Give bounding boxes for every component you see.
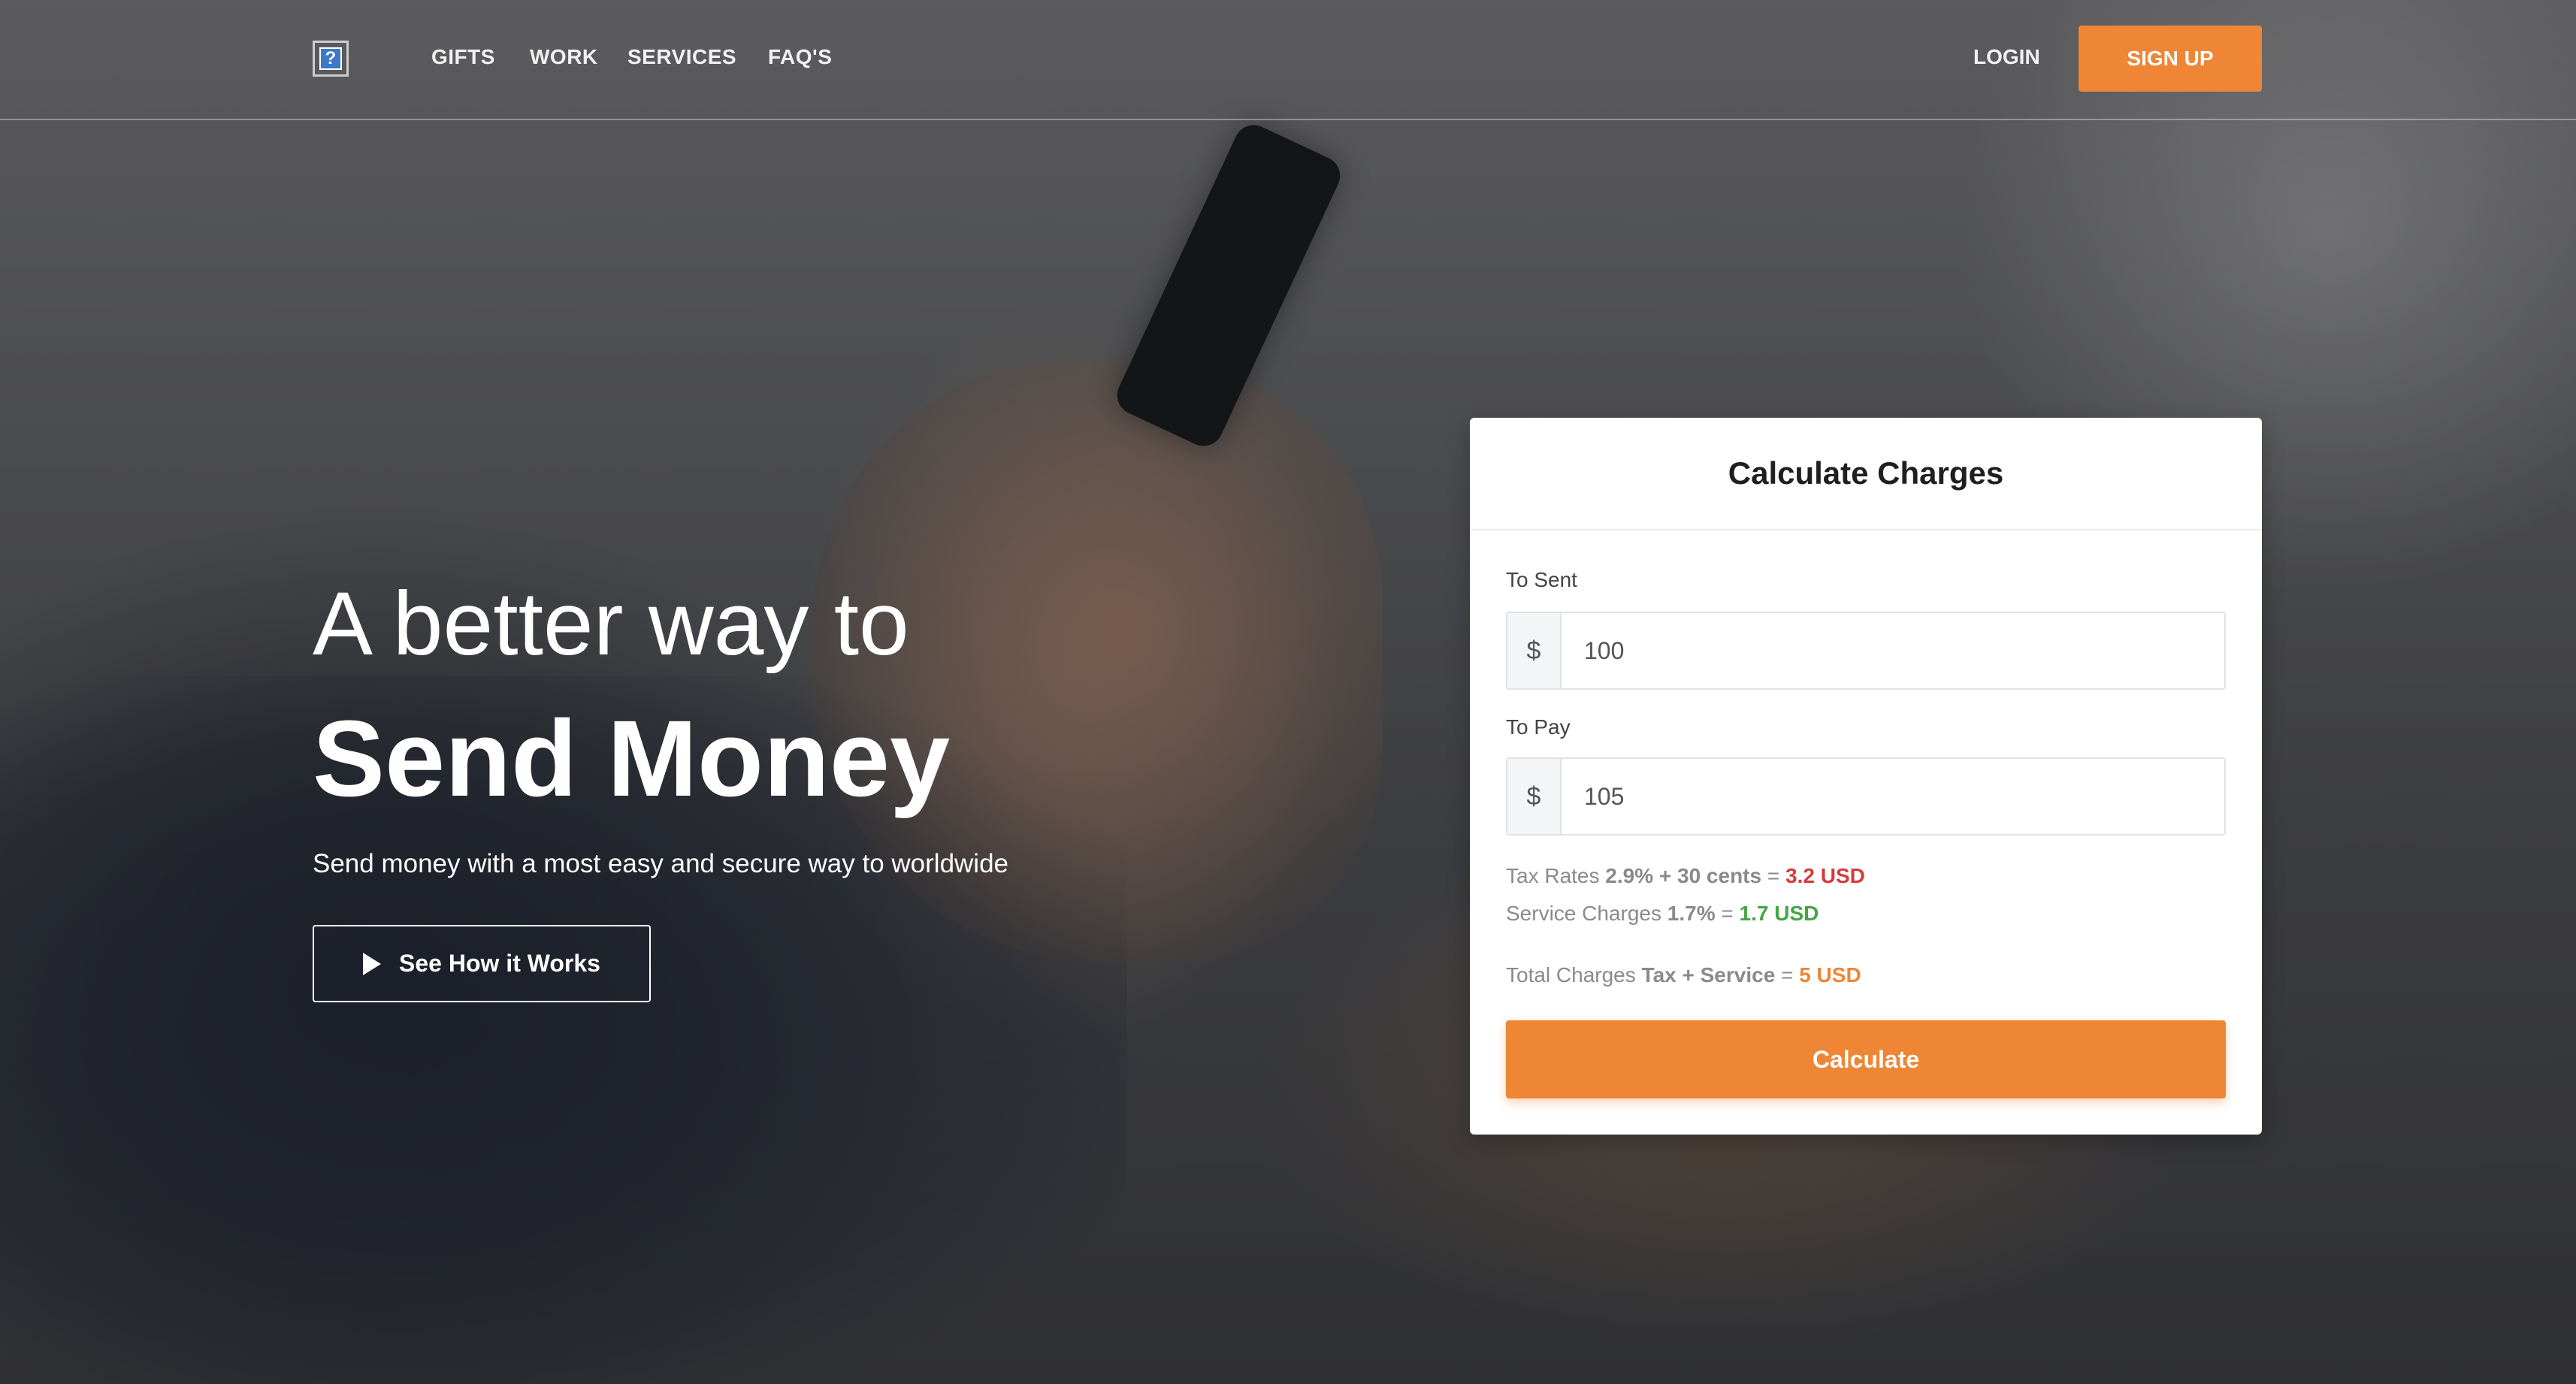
to-pay-label: To Pay: [1506, 715, 1571, 739]
tax-rates-result: 3.2 USD: [1785, 864, 1865, 887]
to-pay-input[interactable]: [1562, 759, 2224, 834]
service-charges-rate: 1.7%: [1667, 902, 1716, 925]
calculate-button[interactable]: Calculate: [1506, 1020, 2226, 1098]
dollar-addon: $: [1507, 613, 1562, 688]
tax-rates-equals: =: [1767, 864, 1780, 887]
tax-rates-label: Tax Rates: [1506, 864, 1600, 887]
nav-link-services[interactable]: SERVICES: [627, 42, 736, 72]
calculate-charges-card: Calculate Charges To Sent $ To Pay $ Tax…: [1470, 418, 2262, 1135]
total-charges-formula: Tax + Service: [1641, 963, 1776, 987]
logo[interactable]: ?: [313, 41, 349, 77]
total-charges-label: Total Charges: [1506, 963, 1636, 987]
to-pay-input-group: $: [1506, 757, 2226, 836]
dollar-addon: $: [1507, 759, 1562, 834]
service-charges-equals: =: [1721, 902, 1734, 925]
top-navbar: ? GIFTS WORK SERVICES FAQ'S LOGIN SIGN U…: [0, 0, 2576, 120]
to-sent-input-group: $: [1506, 612, 2226, 690]
tax-rates-rate: 2.9% + 30 cents: [1605, 864, 1762, 887]
signup-button[interactable]: SIGN UP: [2079, 26, 2262, 92]
service-charges-result: 1.7 USD: [1739, 902, 1819, 925]
nav-link-faqs[interactable]: FAQ'S: [768, 42, 832, 72]
see-how-it-works-button[interactable]: See How it Works: [313, 925, 651, 1002]
to-sent-label: To Sent: [1506, 568, 1577, 591]
login-link[interactable]: LOGIN: [1973, 42, 2040, 72]
service-charges-label: Service Charges: [1506, 902, 1661, 925]
hero-title-line2: Send Money: [313, 698, 951, 819]
hero-subtitle: Send money with a most easy and secure w…: [313, 849, 1009, 878]
play-icon: [363, 952, 382, 975]
hero-title-line1: A better way to: [313, 573, 909, 674]
service-charges-line: Service Charges 1.7% = 1.7 USD: [1506, 902, 1819, 926]
total-charges-equals: =: [1781, 963, 1794, 987]
tax-rates-line: Tax Rates 2.9% + 30 cents = 3.2 USD: [1506, 864, 1865, 888]
nav-link-work[interactable]: WORK: [530, 42, 598, 72]
total-charges-line: Total Charges Tax + Service = 5 USD: [1506, 963, 1861, 987]
total-charges-result: 5 USD: [1799, 963, 1861, 987]
logo-icon: ?: [319, 47, 342, 70]
nav-link-gifts[interactable]: GIFTS: [431, 42, 495, 72]
card-title: Calculate Charges: [1470, 418, 2262, 530]
to-sent-input[interactable]: [1562, 613, 2224, 688]
see-how-it-works-label: See How it Works: [399, 950, 600, 977]
